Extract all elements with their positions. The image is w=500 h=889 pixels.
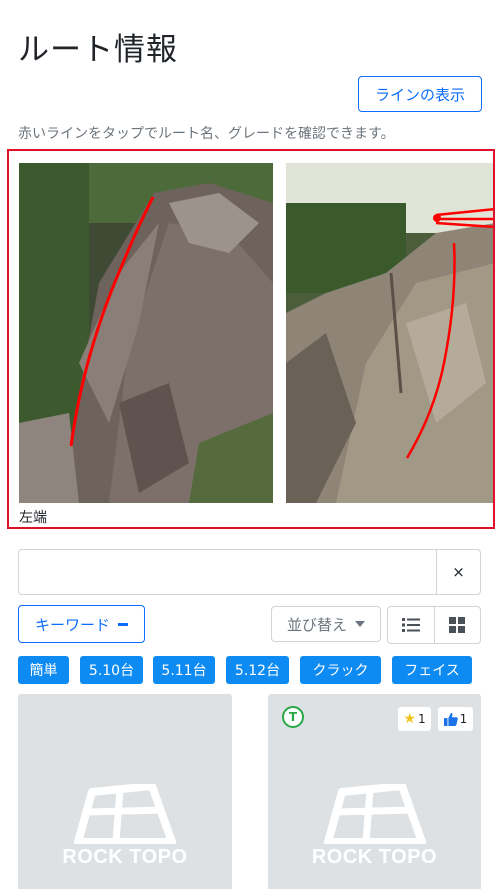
- tag-5-11[interactable]: 5.11台: [153, 656, 215, 684]
- search-bar: ×: [18, 549, 481, 595]
- tag-filter-row: 簡単 5.10台 5.11台 5.12台 クラック フェイス: [18, 656, 488, 686]
- topo-photo-right[interactable]: [286, 163, 493, 503]
- like-count-badge[interactable]: 1: [438, 707, 473, 731]
- list-view-button[interactable]: [388, 607, 434, 643]
- topo-photo-left[interactable]: [19, 163, 273, 503]
- topo-photo-left-image: [19, 163, 273, 503]
- star-count: 1: [417, 712, 426, 726]
- route-card[interactable]: T ★ 1 1 ROCK TOPO: [268, 694, 481, 889]
- topo-badge: T: [282, 706, 304, 728]
- page-title: ルート情報: [18, 32, 178, 68]
- keyword-label: キーワード: [34, 615, 110, 634]
- thumbs-up-icon: [443, 712, 458, 726]
- tag-easy[interactable]: 簡単: [18, 656, 69, 684]
- grid-view-button[interactable]: [433, 607, 481, 643]
- rock-topo-logo-icon: [74, 784, 176, 844]
- photo-caption: 左端: [19, 510, 47, 526]
- clear-search-button[interactable]: ×: [436, 550, 480, 594]
- rock-topo-logo-text: ROCK TOPO: [62, 846, 188, 868]
- topo-photo-panel: 左端: [7, 149, 495, 529]
- view-mode-toggle: [387, 606, 481, 644]
- caret-down-icon: [355, 621, 365, 627]
- star-icon: ★: [403, 711, 416, 727]
- route-card[interactable]: ROCK TOPO: [18, 694, 232, 889]
- keyword-toggle-button[interactable]: キーワード: [18, 605, 145, 643]
- topo-photo-right-image: [286, 163, 493, 503]
- tag-5-12[interactable]: 5.12台: [226, 656, 289, 684]
- search-input[interactable]: [19, 550, 436, 594]
- rock-topo-logo-text: ROCK TOPO: [311, 846, 438, 868]
- show-lines-button[interactable]: ラインの表示: [358, 76, 482, 112]
- tag-face[interactable]: フェイス: [392, 656, 472, 684]
- hint-text: 赤いラインをタップでルート名、グレードを確認できます。: [18, 126, 395, 142]
- rock-topo-logo-icon: [323, 784, 426, 844]
- tag-5-10[interactable]: 5.10台: [80, 656, 143, 684]
- grid-view-icon: [449, 617, 466, 633]
- sort-label: 並び替え: [286, 615, 347, 634]
- star-count-badge: ★ 1: [398, 707, 431, 731]
- collapse-icon: [118, 622, 128, 626]
- sort-dropdown[interactable]: 並び替え: [271, 606, 381, 642]
- like-count: 1: [459, 712, 468, 726]
- list-view-icon: [401, 618, 420, 632]
- tag-crack[interactable]: クラック: [300, 656, 381, 684]
